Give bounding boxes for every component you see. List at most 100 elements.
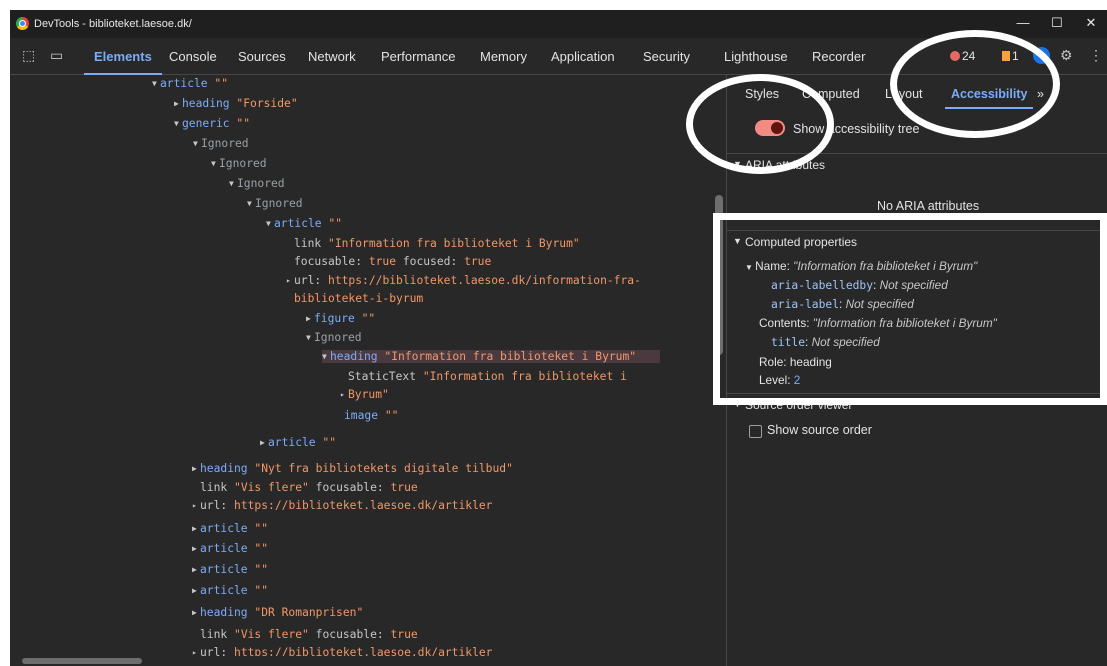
show-tree-toggle[interactable] xyxy=(755,120,785,136)
collapse-arrow-icon[interactable]: ▼ xyxy=(266,219,274,228)
tab-console[interactable]: Console xyxy=(169,49,217,64)
node-value: "" xyxy=(384,409,399,422)
collapse-arrow-icon[interactable]: ▼ xyxy=(211,159,219,168)
tree-row[interactable]: ▶ article "" xyxy=(260,436,336,449)
tab-lighthouse[interactable]: Lighthouse xyxy=(724,49,788,64)
tree-row[interactable]: ▼ Ignored xyxy=(193,137,249,150)
no-aria-message: No ARIA attributes xyxy=(877,199,980,213)
tree-row[interactable]: ▸ url: https://biblioteket.laesoe.dk/arti… xyxy=(192,499,492,512)
tree-row[interactable]: ▶ heading "DR Romanprisen" xyxy=(192,606,363,619)
collapse-arrow-icon[interactable]: ▼ xyxy=(322,352,330,361)
expand-arrow-icon[interactable]: ▶ xyxy=(192,608,200,617)
tab-elements[interactable]: Elements xyxy=(84,49,162,75)
maximize-button[interactable]: ☐ xyxy=(1042,15,1072,33)
expand-arrow-icon[interactable]: ▶ xyxy=(192,464,200,473)
collapse-arrow-icon[interactable]: ▼ xyxy=(247,199,255,208)
expand-arrow-icon[interactable]: ▸ xyxy=(286,276,294,285)
tree-row[interactable]: ▶ article "" xyxy=(192,584,268,597)
source-order-title: Source order viewer xyxy=(745,398,853,412)
expand-arrow-icon[interactable]: ▶ xyxy=(174,99,182,108)
expand-arrow-icon[interactable]: ▸ xyxy=(192,501,200,510)
tab-performance[interactable]: Performance xyxy=(381,49,455,64)
subtab-computed[interactable]: Computed xyxy=(802,87,860,101)
node-role: article xyxy=(200,563,248,576)
profile-avatar[interactable]: • xyxy=(1033,47,1050,64)
tree-row[interactable]: ▶ article "" xyxy=(192,522,268,535)
tree-horizontal-scrollbar[interactable] xyxy=(10,656,712,666)
name-row[interactable]: ▼ Name: "Information fra biblioteket i B… xyxy=(745,259,977,273)
error-count-badge[interactable]: 24 xyxy=(950,49,975,63)
tree-row[interactable]: ▸ url: https://biblioteket.laesoe.dk/info… xyxy=(286,274,641,287)
subtab-layout[interactable]: Layout xyxy=(885,87,923,101)
node-value: "" xyxy=(254,542,269,555)
node-value: "Nyt fra bibliotekets digitale tilbud" xyxy=(254,462,513,475)
tree-row[interactable]: ▶ heading "Forside" xyxy=(174,97,298,110)
tab-recorder[interactable]: Recorder xyxy=(812,49,865,64)
device-toolbar-icon[interactable]: ▭ xyxy=(50,47,63,64)
contents-row: Contents: "Information fra biblioteket i… xyxy=(759,316,997,330)
accessibility-sidebar: Styles Computed Layout Accessibility » S… xyxy=(726,75,1107,666)
tab-memory[interactable]: Memory xyxy=(480,49,527,64)
tree-row[interactable]: ▼ article "" xyxy=(152,77,228,90)
computed-properties-section[interactable]: ▼ Computed properties xyxy=(727,230,1107,253)
expand-arrow-icon[interactable]: ▶ xyxy=(192,586,200,595)
warning-count-badge[interactable]: 1 xyxy=(1002,49,1019,63)
hscroll-thumb[interactable] xyxy=(22,658,142,664)
show-source-order-label: Show source order xyxy=(767,423,872,437)
collapse-arrow-icon[interactable]: ▼ xyxy=(152,79,160,88)
expand-arrow-icon[interactable]: ▶ xyxy=(192,524,200,533)
tree-row[interactable]: ▼ generic "" xyxy=(174,117,250,130)
tree-row[interactable]: ▼ heading "Information fra biblioteket i … xyxy=(322,350,661,363)
minimize-button[interactable]: — xyxy=(1008,15,1038,33)
show-source-order-checkbox[interactable] xyxy=(749,425,762,438)
tree-row[interactable]: ▶ article "" xyxy=(192,563,268,576)
tab-application[interactable]: Application xyxy=(551,49,615,64)
subtab-accessibility[interactable]: Accessibility xyxy=(944,87,1034,109)
tree-row[interactable]: ▶ article "" xyxy=(192,542,268,555)
tree-row[interactable]: ▼ article "" xyxy=(266,217,342,230)
expand-arrow-icon[interactable]: ▶ xyxy=(192,565,200,574)
more-options-icon[interactable]: ⋮ xyxy=(1089,47,1103,64)
tree-row[interactable]: ▶ heading "Nyt fra bibliotekets digitale … xyxy=(192,462,513,475)
inspect-element-icon[interactable]: ⬚ xyxy=(22,47,35,64)
tree-row[interactable]: ▶ figure "" xyxy=(306,312,375,325)
tab-sources[interactable]: Sources xyxy=(238,49,286,64)
tree-row[interactable]: biblioteket-i-byrum xyxy=(286,292,423,305)
expand-arrow-icon[interactable]: ▶ xyxy=(260,438,268,447)
expand-arrow-icon[interactable]: ▸ xyxy=(340,390,348,399)
aria-label-value: Not specified xyxy=(845,297,914,311)
contents-key: Contents: xyxy=(759,316,810,330)
title-row: title: Not specified xyxy=(771,335,880,349)
tree-row[interactable]: ▼ Ignored xyxy=(247,197,303,210)
tab-network[interactable]: Network xyxy=(308,49,356,64)
contents-value: "Information fra biblioteket i Byrum" xyxy=(812,316,997,330)
subtab-styles[interactable]: Styles xyxy=(745,87,779,101)
tree-row[interactable]: ▼ Ignored xyxy=(211,157,267,170)
tree-row[interactable]: link "Vis flere" focusable: true xyxy=(192,628,418,641)
tree-row[interactable]: link "Information fra biblioteket i Byru… xyxy=(286,237,580,250)
tree-row[interactable]: StaticText "Information fra biblioteket … xyxy=(340,370,627,383)
expand-arrow-icon[interactable]: ▶ xyxy=(306,314,314,323)
node-property: focusable: xyxy=(308,481,384,494)
tree-row[interactable]: link "Vis flere" focusable: true xyxy=(192,481,418,494)
tree-row[interactable]: ▸ Byrum" xyxy=(340,388,389,401)
collapse-arrow-icon[interactable]: ▼ xyxy=(229,179,237,188)
tree-row[interactable]: ▼ Ignored xyxy=(306,331,362,344)
tree-row[interactable]: ▼ Ignored xyxy=(229,177,285,190)
expand-arrow-icon[interactable]: ▶ xyxy=(192,544,200,553)
collapse-arrow-icon[interactable]: ▼ xyxy=(174,119,182,128)
collapse-arrow-icon[interactable]: ▼ xyxy=(306,333,314,342)
tree-vertical-scrollbar[interactable] xyxy=(712,75,726,666)
collapse-arrow-icon[interactable]: ▼ xyxy=(193,139,201,148)
source-order-section[interactable]: ▼ Source order viewer xyxy=(727,393,1107,416)
tab-security[interactable]: Security xyxy=(643,49,690,64)
tree-row[interactable]: focusable: true focused: true xyxy=(286,255,491,268)
settings-gear-icon[interactable]: ⚙ xyxy=(1060,47,1073,64)
tree-row[interactable]: image "" xyxy=(336,409,398,422)
aria-attributes-section[interactable]: ▼ ARIA attributes xyxy=(727,153,1107,176)
close-button[interactable]: ✕ xyxy=(1076,15,1106,33)
node-role: article xyxy=(200,584,248,597)
role-value: heading xyxy=(789,355,832,369)
scroll-thumb[interactable] xyxy=(715,195,723,355)
subtab-more[interactable]: » xyxy=(1037,87,1044,101)
